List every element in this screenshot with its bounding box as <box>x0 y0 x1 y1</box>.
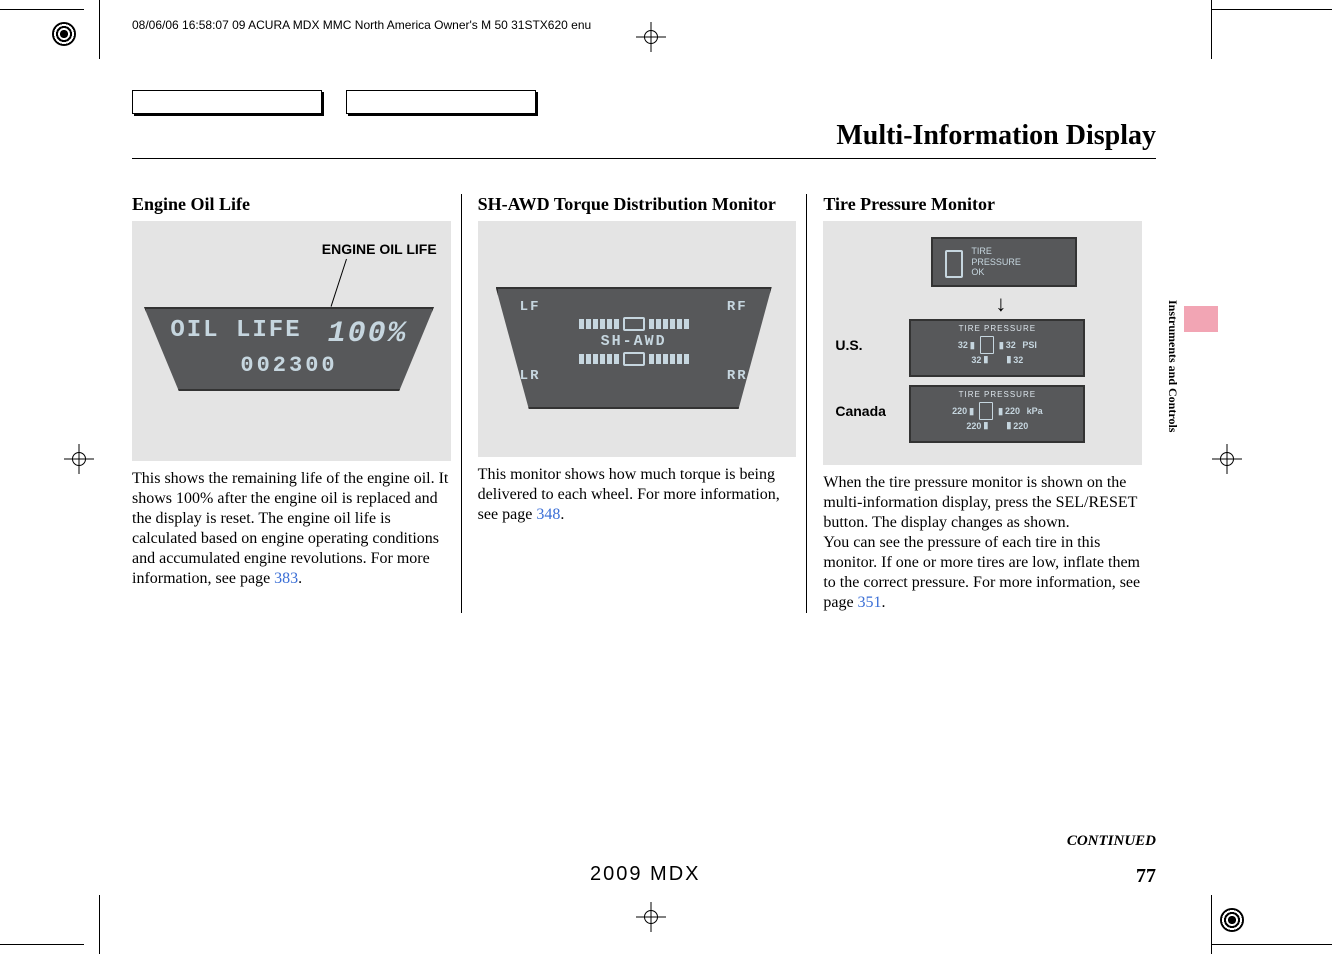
lcd-rr-label: RR <box>727 368 748 384</box>
down-arrow-icon: ↓ <box>995 291 1006 317</box>
thumb-tab-marker <box>1184 306 1218 332</box>
tpm-line: OK <box>971 267 1021 278</box>
section-heading: SH-AWD Torque Distribution Monitor <box>478 194 797 215</box>
car-top-icon <box>979 402 993 420</box>
car-top-icon <box>623 352 645 366</box>
page-ref-link[interactable]: 351 <box>858 594 882 611</box>
torque-bars-rear <box>520 352 748 366</box>
torque-bars-front <box>520 317 748 331</box>
body-text: When the tire pressure monitor is shown … <box>823 473 1142 533</box>
lcd-lf-label: LF <box>520 299 541 315</box>
column-engine-oil-life: Engine Oil Life ENGINE OIL LIFE OIL LIFE… <box>132 194 461 613</box>
section-heading: Tire Pressure Monitor <box>823 194 1142 215</box>
lcd-shawd-label: SH-AWD <box>520 333 748 350</box>
lcd-oil-life-panel: OIL LIFE 100% 002300 <box>144 307 434 391</box>
page-number: 77 <box>1136 865 1156 888</box>
lcd-tpm-canada: TIRE PRESSURE 220▮▮220 kPa 220▮▮220 <box>909 385 1085 443</box>
lcd-rf-label: RF <box>727 299 748 315</box>
cross-register-icon <box>64 444 94 474</box>
header-placeholder-boxes <box>132 90 536 114</box>
title-rule <box>132 158 1156 159</box>
section-thumb-tab: Instruments and Controls <box>1162 300 1180 432</box>
figure-caption: ENGINE OIL LIFE <box>322 241 437 257</box>
lcd-oil-label: OIL LIFE <box>170 317 301 351</box>
cross-register-icon <box>636 22 666 52</box>
tpm-panel-header: TIRE PRESSURE <box>914 390 1080 399</box>
register-mark-icon <box>52 22 76 46</box>
cross-register-icon <box>636 902 666 932</box>
page-title: Multi-Information Display <box>836 120 1156 152</box>
lcd-tpm-summary: TIRE PRESSURE OK <box>931 237 1077 287</box>
content-columns: Engine Oil Life ENGINE OIL LIFE OIL LIFE… <box>132 194 1152 613</box>
column-tire-pressure-monitor: Tire Pressure Monitor TIRE PRESSURE OK ↓… <box>806 194 1152 613</box>
tpm-line: TIRE <box>971 246 1021 257</box>
figure-shawd-monitor: LF RF SH-AWD LR RR <box>478 221 797 457</box>
page-ref-link[interactable]: 348 <box>536 506 560 523</box>
lcd-lr-label: LR <box>520 368 541 384</box>
footer-model-year: 2009 MDX <box>590 863 701 886</box>
lcd-shawd-panel: LF RF SH-AWD LR RR <box>496 287 772 409</box>
car-top-icon <box>939 244 965 280</box>
car-top-icon <box>623 317 645 331</box>
label-us: U.S. <box>835 337 862 353</box>
column-shawd-monitor: SH-AWD Torque Distribution Monitor LF RF … <box>461 194 807 613</box>
section-heading: Engine Oil Life <box>132 194 451 215</box>
build-meta-line: 08/06/06 16:58:07 09 ACURA MDX MMC North… <box>132 18 591 32</box>
callout-arrow-icon <box>331 259 347 307</box>
body-text: This monitor shows how much torque is be… <box>478 465 797 525</box>
car-top-icon <box>980 336 994 354</box>
lcd-tpm-us: TIRE PRESSURE 32▮▮32 PSI 32▮▮32 <box>909 319 1085 377</box>
page-ref-link[interactable]: 383 <box>274 570 298 587</box>
body-text: This shows the remaining life of the eng… <box>132 469 451 589</box>
label-canada: Canada <box>835 403 886 419</box>
continued-label: CONTINUED <box>1067 833 1156 850</box>
lcd-odometer: 002300 <box>146 353 432 378</box>
cross-register-icon <box>1212 444 1242 474</box>
body-text: You can see the pressure of each tire in… <box>823 533 1142 613</box>
register-mark-icon <box>1220 908 1244 932</box>
tpm-panel-header: TIRE PRESSURE <box>914 324 1080 333</box>
tpm-line: PRESSURE <box>971 257 1021 268</box>
lcd-oil-value: 100% <box>328 317 408 351</box>
figure-engine-oil-life: ENGINE OIL LIFE OIL LIFE 100% 002300 <box>132 221 451 461</box>
figure-tire-pressure-monitor: TIRE PRESSURE OK ↓ U.S. TIRE PRESSURE 32… <box>823 221 1142 465</box>
